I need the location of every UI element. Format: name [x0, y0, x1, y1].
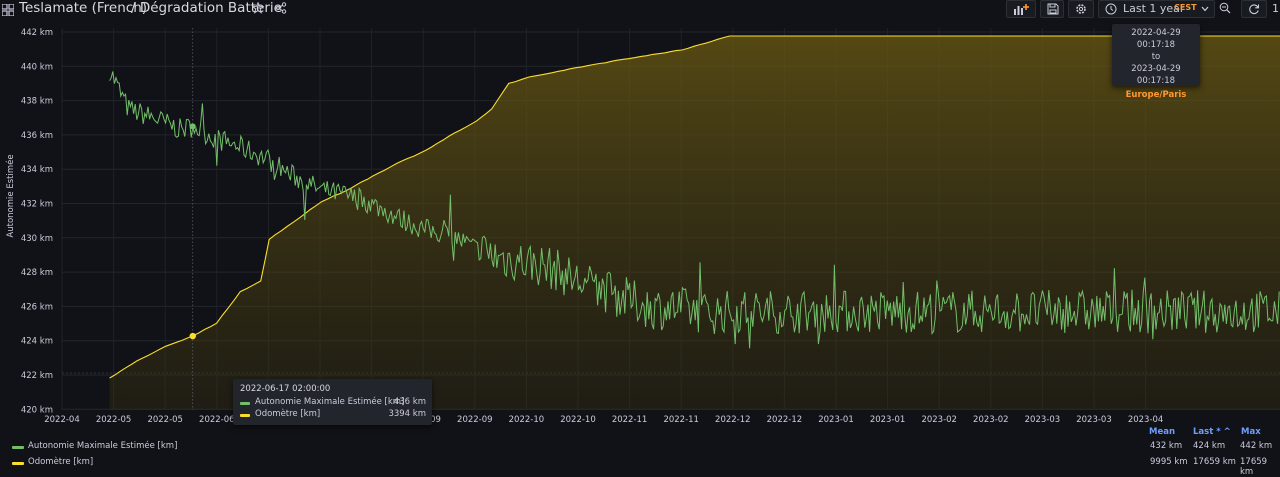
y-tick-label: 422 km [21, 371, 53, 381]
tooltip-to-word: to [1151, 52, 1161, 62]
y-tick-label: 438 km [21, 97, 53, 107]
y-axis-title: Autonomie Estimée [5, 154, 16, 237]
legend-swatch [12, 446, 24, 449]
hover-tooltip-date: 2022-06-17 02:00:00 [240, 384, 331, 394]
series-swatch [240, 402, 250, 405]
y-tick-label: 424 km [21, 337, 53, 347]
time-range-tooltip: 2022-04-29 00:17:18 to 2023-04-29 00:17:… [1112, 24, 1200, 100]
chart-legend: Mean Last * ^ Max Autonomie Maximale Est… [0, 424, 1280, 477]
legend-max: 17659 km [1240, 457, 1268, 477]
y-tick-label: 436 km [21, 131, 53, 141]
hover-tooltip-value: 3394 km [388, 409, 426, 419]
y-tick-label: 428 km [21, 268, 53, 278]
legend-header-mean[interactable]: Mean [1149, 427, 1175, 437]
hover-tooltip-label: Autonomie Maximale Estimée [km] [255, 397, 405, 407]
tooltip-timezone: Europe/Paris [1125, 90, 1187, 100]
y-axis: Autonomie Estimée [5, 154, 16, 237]
legend-header-last[interactable]: Last * ^ [1193, 427, 1231, 437]
legend-series-name[interactable]: Odomètre [km] [28, 457, 93, 467]
legend-header-max[interactable]: Max [1241, 427, 1261, 437]
legend-last: 17659 km [1193, 457, 1236, 467]
legend-mean: 9995 km [1150, 457, 1188, 467]
hover-point-odometer [189, 332, 196, 340]
y-tick-label: 442 km [21, 28, 53, 38]
hover-tooltip: 2022-06-17 02:00:00 Autonomie Maximale E… [233, 379, 432, 425]
tooltip-to: 2023-04-29 00:17:18 [1131, 64, 1181, 86]
odometer-area [109, 36, 1280, 410]
y-tick-label: 434 km [21, 165, 53, 175]
legend-item-range[interactable]: Autonomie Maximale Estimée [km] 432 km 4… [0, 440, 1280, 454]
y-tick-label: 420 km [21, 405, 53, 415]
legend-series-name[interactable]: Autonomie Maximale Estimée [km] [28, 441, 177, 451]
y-tick-label: 430 km [21, 234, 53, 244]
tooltip-from: 2022-04-29 00:17:18 [1131, 28, 1181, 50]
hover-tooltip-row: Autonomie Maximale Estimée [km] 436 km [240, 397, 426, 409]
hover-tooltip-label: Odomètre [km] [255, 409, 321, 419]
y-tick-label: 432 km [21, 200, 53, 210]
y-tick-label: 426 km [21, 302, 53, 312]
legend-max: 442 km [1240, 441, 1273, 451]
hover-point-range [189, 123, 196, 130]
hover-tooltip-row: Odomètre [km] 3394 km [240, 409, 426, 421]
legend-mean: 432 km [1150, 441, 1183, 451]
legend-item-odometer[interactable]: Odomètre [km] 9995 km 17659 km 17659 km [0, 456, 1280, 477]
battery-chart[interactable]: Autonomie Estimée 442 km 440 km 438 km 436 … [0, 0, 1280, 474]
hover-tooltip-value: 436 km [393, 397, 426, 407]
legend-last: 424 km [1193, 441, 1226, 451]
y-tick-label: 440 km [21, 62, 53, 72]
legend-swatch [12, 462, 24, 465]
series-swatch [240, 414, 250, 417]
